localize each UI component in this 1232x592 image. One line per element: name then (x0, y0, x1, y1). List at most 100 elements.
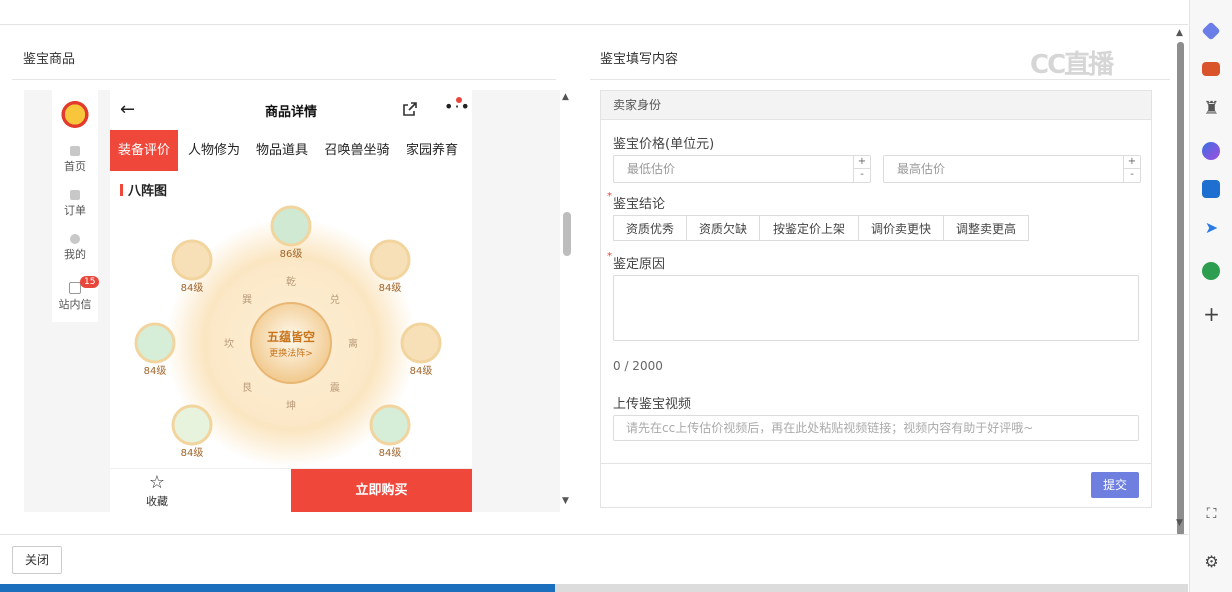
form-section-header: 卖家身份 (601, 91, 1151, 120)
app-sidebar: 首页 订单 我的 站内信 15 (52, 90, 100, 322)
increment-icon[interactable]: + (854, 156, 870, 169)
reason-textarea[interactable] (613, 275, 1139, 341)
formation-node-level: 84级 (144, 365, 167, 377)
taskbar-tray (555, 584, 1188, 592)
formation-node-level: 84级 (410, 365, 433, 377)
scroll-down-arrow-icon[interactable]: ▼ (1176, 518, 1183, 528)
formation-node-level: 84级 (379, 282, 402, 294)
briefcase-icon[interactable] (1202, 62, 1220, 76)
max-price-stepper[interactable]: + - (1123, 156, 1140, 182)
home-icon (70, 146, 80, 156)
close-button[interactable]: 关闭 (12, 546, 62, 574)
screenshot-icon[interactable]: ⛶ (1190, 506, 1232, 522)
conclusion-option-sell-higher[interactable]: 调整卖更高 (943, 215, 1029, 241)
send-icon[interactable]: ➤ (1190, 218, 1232, 237)
trigram-label: 兑 (330, 293, 340, 306)
video-link-input[interactable] (613, 415, 1139, 441)
formation-node[interactable] (171, 239, 213, 281)
char-counter: 0 / 2000 (613, 359, 663, 373)
star-icon: ☆ (148, 472, 166, 493)
formation-node[interactable] (369, 404, 411, 446)
trigram-label: 坎 (224, 337, 234, 350)
formation-center-sub: 更换法阵> (269, 347, 313, 359)
conclusion-label: 鉴宝结论 (607, 191, 665, 212)
scroll-down-arrow-icon[interactable]: ▼ (562, 496, 569, 506)
browser-edge-sidebar: ♜ ➤ + ⛶ ⚙ (1189, 0, 1232, 592)
trigram-label: 坤 (286, 399, 296, 412)
scroll-up-arrow-icon[interactable]: ▲ (1176, 28, 1183, 38)
form-footer-divider (601, 463, 1151, 464)
office-icon[interactable] (1202, 142, 1220, 160)
sidebar-item-label: 订单 (64, 204, 86, 217)
min-price-stepper[interactable]: + - (853, 156, 870, 182)
app-logo (60, 98, 90, 128)
scrollbar-thumb[interactable] (563, 212, 571, 256)
max-price-field[interactable]: +- (883, 155, 1141, 183)
watermark: CC直播 (1030, 50, 1114, 80)
formation-center-title: 五蕴皆空 (267, 329, 315, 344)
formation-node-level: 84级 (181, 447, 204, 459)
top-bar (0, 0, 1188, 25)
formation-node[interactable] (400, 322, 442, 364)
more-icon[interactable]: •·• (444, 99, 471, 115)
tag-icon[interactable] (1201, 21, 1221, 41)
user-icon (70, 234, 80, 244)
formation-node[interactable] (369, 239, 411, 281)
formation-node-level: 84级 (181, 282, 204, 294)
sidebar-item-label: 站内信 (58, 298, 92, 311)
sidebar-item-label: 首页 (64, 160, 86, 173)
chess-icon[interactable]: ♜ (1190, 98, 1232, 119)
conclusion-option-lacking[interactable]: 资质欠缺 (686, 215, 760, 241)
tab-home[interactable]: 家园养育 (400, 130, 464, 171)
formation-node[interactable] (134, 322, 176, 364)
formation-node-level: 86级 (280, 248, 303, 260)
tab-pets[interactable]: 召唤兽坐骑 (318, 130, 396, 171)
conclusion-option-excellent[interactable]: 资质优秀 (613, 215, 687, 241)
appraisal-form: 卖家身份 鉴宝价格(单位元) +- +- 鉴宝结论 资质优秀 资质欠缺 按鉴定价… (600, 90, 1152, 508)
trigram-label: 艮 (242, 382, 252, 394)
trigram-label: 震 (330, 382, 340, 394)
trigram-label: 离 (348, 337, 358, 350)
formation-node-level: 84级 (379, 447, 402, 459)
unread-badge: 15 (80, 276, 100, 288)
scroll-up-arrow-icon[interactable]: ▲ (562, 92, 569, 102)
min-price-input[interactable] (625, 156, 829, 182)
left-title-divider (12, 79, 556, 80)
preview-scrollbar[interactable]: ▲ ▼ (558, 90, 576, 512)
main-scrollbar[interactable]: ▲ ▼ (1172, 24, 1188, 536)
decrement-icon[interactable]: - (854, 169, 870, 181)
notification-dot (456, 97, 462, 103)
sidebar-item-label: 我的 (64, 248, 86, 261)
sidebar-item-messages[interactable]: 站内信 15 (52, 276, 100, 312)
tab-items[interactable]: 物品道具 (250, 130, 314, 171)
formation-wheel: 五蕴皆空 更换法阵> 乾兑离震坤 艮 坎 巽 86级 84级 84级 84级 84级 84级 84… (134, 205, 442, 468)
sidebar-item-home[interactable]: 首页 (52, 146, 98, 174)
formation-node[interactable] (171, 404, 213, 446)
outlook-icon[interactable] (1202, 180, 1220, 198)
share-icon[interactable] (402, 101, 418, 117)
min-price-field[interactable]: +- (613, 155, 871, 183)
sidebar-item-orders[interactable]: 订单 (52, 190, 98, 218)
submit-button[interactable]: 提交 (1091, 472, 1139, 498)
dialog-footer: 关闭 (0, 534, 1188, 585)
conclusion-option-list-at-price[interactable]: 按鉴定价上架 (759, 215, 859, 241)
tab-equipment[interactable]: 装备评价 (110, 130, 178, 171)
conclusion-option-sell-faster[interactable]: 调价卖更快 (858, 215, 944, 241)
phone-footer: ☆ 收藏 立即购买 (110, 468, 472, 512)
favorite-button[interactable]: ☆ 收藏 (132, 473, 182, 509)
mail-icon (69, 282, 81, 294)
sidebar-item-mine[interactable]: 我的 (52, 234, 98, 262)
decrement-icon[interactable]: - (1124, 169, 1140, 181)
left-panel-title: 鉴宝商品 (23, 52, 76, 67)
settings-icon[interactable]: ⚙ (1190, 552, 1232, 571)
max-price-input[interactable] (895, 156, 1099, 182)
increment-icon[interactable]: + (1124, 156, 1140, 169)
tab-character[interactable]: 人物修为 (182, 130, 246, 171)
main-scrollbar-thumb[interactable] (1177, 42, 1184, 536)
tree-icon[interactable] (1202, 262, 1220, 280)
formation-node[interactable] (270, 205, 312, 247)
video-label: 上传鉴宝视频 (613, 397, 692, 412)
buy-now-button[interactable]: 立即购买 (291, 469, 472, 512)
plus-icon[interactable]: + (1190, 302, 1232, 326)
trigram-label: 乾 (286, 275, 296, 288)
